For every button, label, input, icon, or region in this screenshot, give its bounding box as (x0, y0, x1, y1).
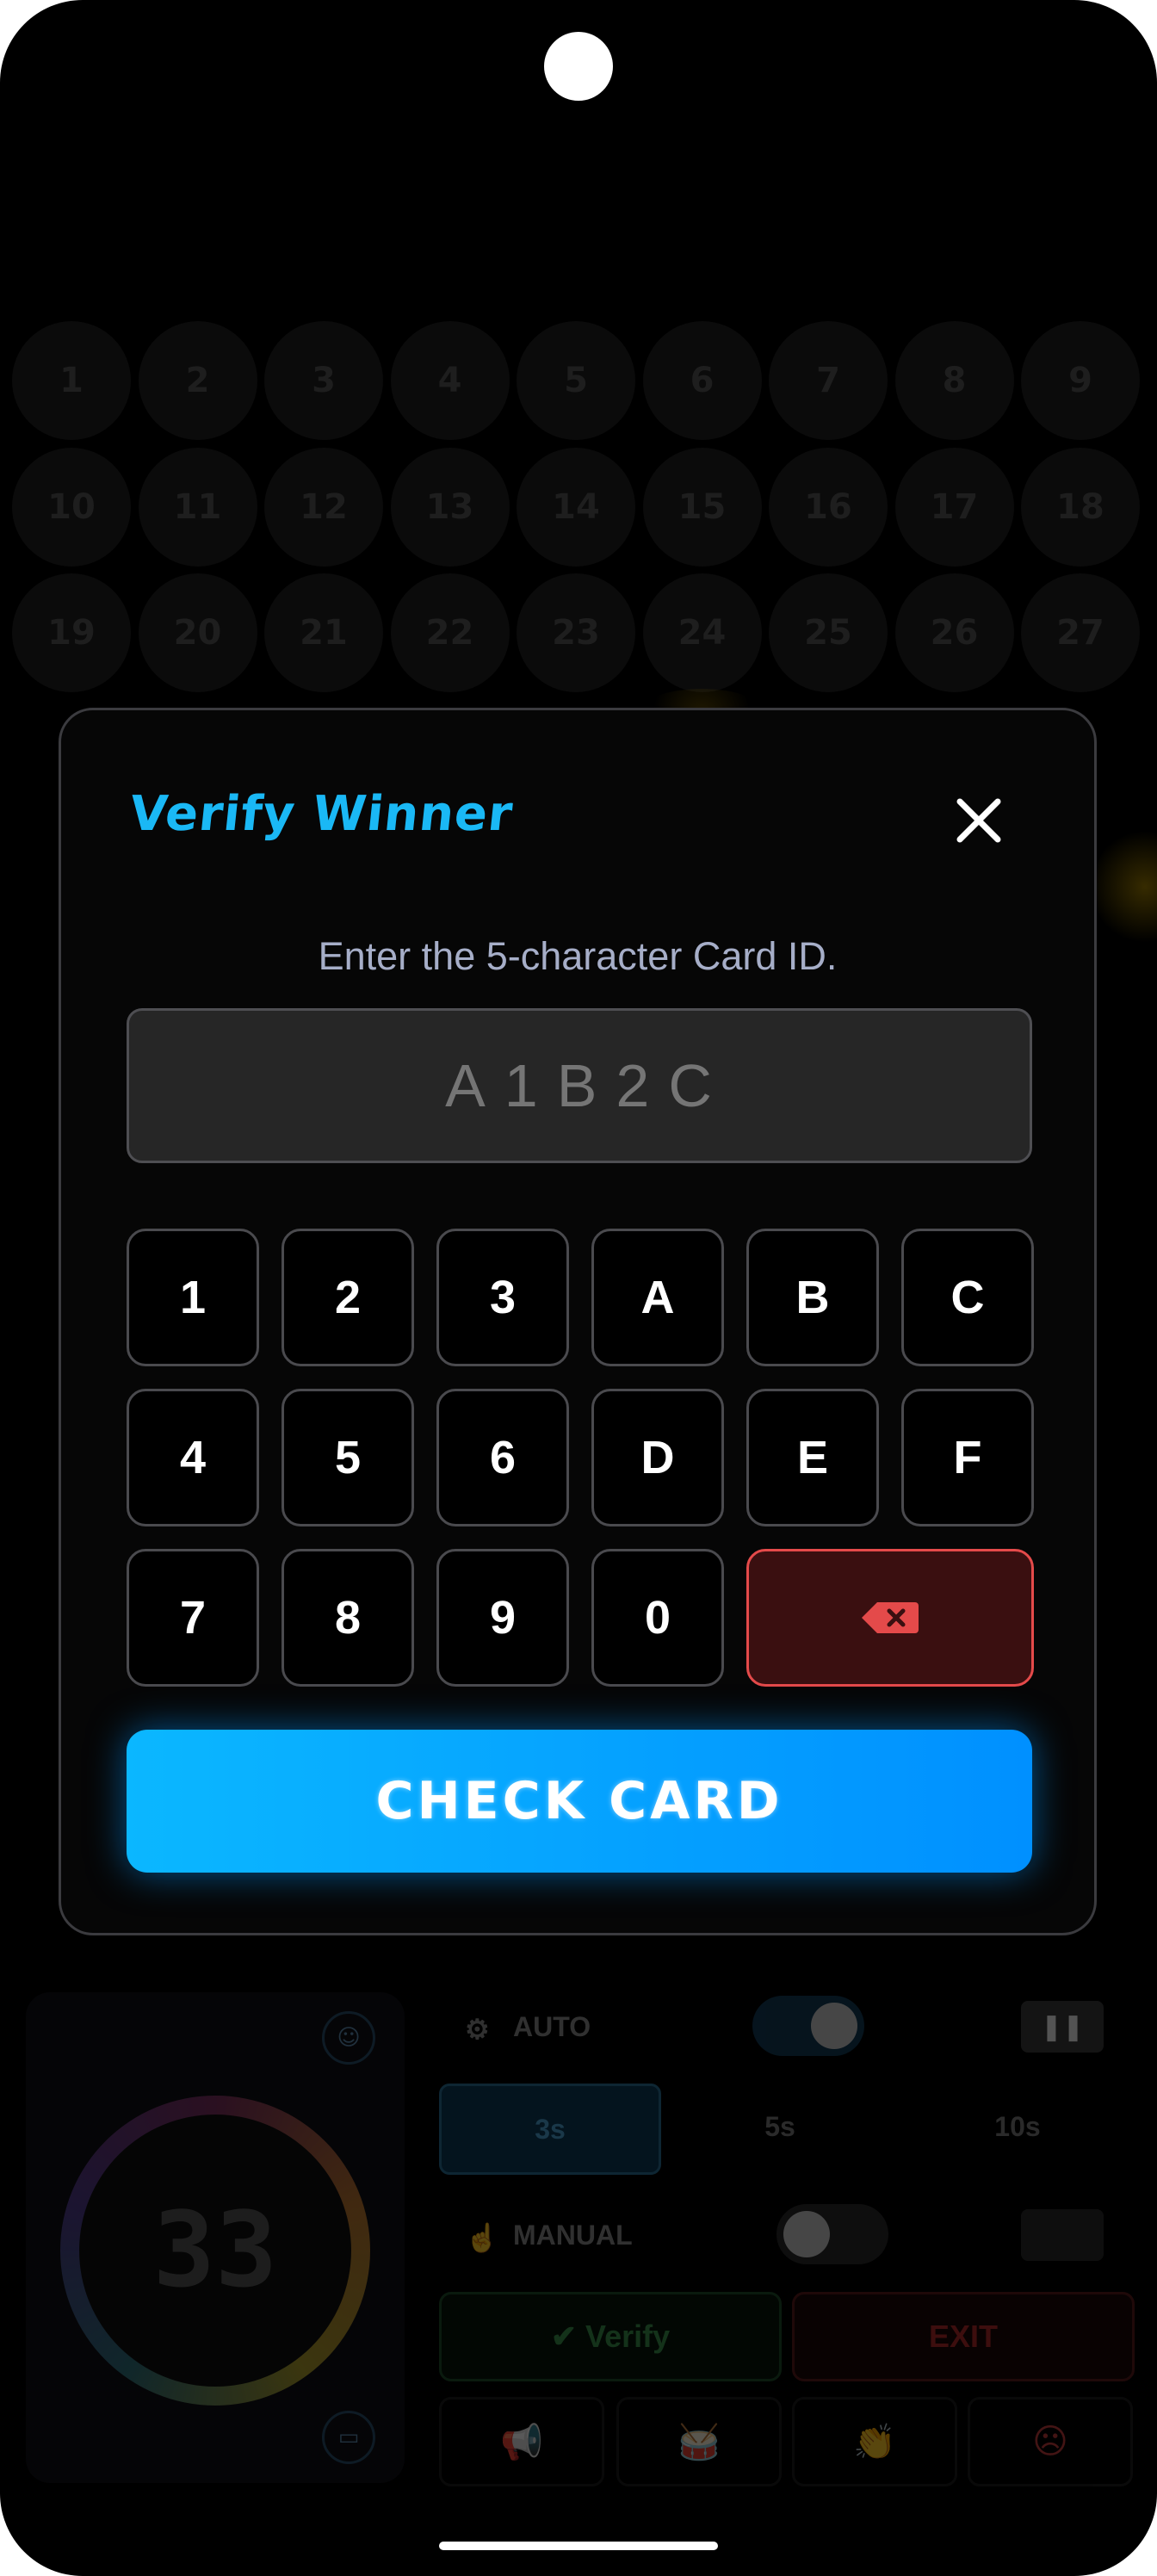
key-7[interactable]: 7 (127, 1549, 259, 1687)
verify-label: Verify (585, 2319, 671, 2354)
megaphone-button[interactable]: 📢 (439, 2397, 604, 2486)
bingo-ball: 17 (894, 447, 1014, 567)
control-panel: ☺ 33 ▭ ⚙ AUTO ❚❚ 3s 5s 10s ☝ MANUAL ✔ Ve… (0, 1972, 1157, 2505)
key-1[interactable]: 1 (127, 1229, 259, 1366)
bingo-ball: 1 (12, 321, 131, 440)
bingo-ball: 21 (264, 573, 383, 692)
key-f[interactable]: F (901, 1389, 1034, 1526)
timer-inner: 33 (79, 2115, 351, 2387)
front-camera (544, 32, 613, 101)
bingo-ball: 22 (390, 573, 510, 692)
phone-screen: 1 2 3 4 5 6 7 8 9 10 11 12 13 14 15 16 17 18 19 20 21 22 23 24 2… (0, 0, 1157, 2576)
bingo-ball: 26 (894, 573, 1014, 692)
key-9[interactable]: 9 (436, 1549, 569, 1687)
interval-5s[interactable]: 5s (671, 2084, 888, 2170)
drum-button[interactable]: 🥁 (616, 2397, 782, 2486)
bingo-ball: 15 (642, 447, 762, 567)
drum-icon: 🥁 (677, 2422, 721, 2462)
auto-toggle[interactable] (752, 1996, 864, 2056)
key-3[interactable]: 3 (436, 1229, 569, 1366)
close-button[interactable] (943, 784, 1015, 857)
bingo-ball: 19 (12, 573, 131, 692)
hand-icon: ☝ (465, 2222, 499, 2253)
bingo-ball: 11 (138, 447, 257, 567)
key-d[interactable]: D (591, 1389, 724, 1526)
bingo-ball: 4 (390, 321, 510, 440)
bingo-ball: 7 (769, 321, 888, 440)
auto-label: AUTO (513, 2011, 591, 2042)
key-a[interactable]: A (591, 1229, 724, 1366)
key-4[interactable]: 4 (127, 1389, 259, 1526)
manual-toggle[interactable] (776, 2204, 888, 2264)
home-indicator[interactable] (439, 2542, 718, 2550)
bingo-ball: 25 (769, 573, 888, 692)
bingo-ball: 27 (1021, 573, 1140, 692)
backspace-icon (862, 1602, 919, 1633)
exit-button[interactable]: EXIT (792, 2292, 1135, 2381)
key-e[interactable]: E (746, 1389, 879, 1526)
bingo-ball: 20 (138, 573, 257, 692)
bingo-ball: 8 (894, 321, 1014, 440)
close-icon (956, 798, 1001, 843)
manual-label: MANUAL (513, 2220, 633, 2251)
bingo-ball: 24 (642, 573, 762, 692)
verify-button[interactable]: ✔ Verify (439, 2292, 782, 2381)
avatar-icon[interactable]: ☺ (322, 2011, 375, 2065)
check-icon: ✔ (550, 2319, 578, 2354)
key-b[interactable]: B (746, 1229, 879, 1366)
key-2[interactable]: 2 (282, 1229, 414, 1366)
timer-ring: 33 (60, 2096, 370, 2406)
called-ball-glow (1093, 827, 1157, 947)
screen-icon[interactable]: ▭ (322, 2411, 375, 2464)
timer-value: 33 (152, 2190, 278, 2311)
manual-next-button[interactable] (1021, 2209, 1104, 2261)
bingo-ball: 9 (1021, 321, 1140, 440)
bingo-ball: 13 (390, 447, 510, 567)
key-c[interactable]: C (901, 1229, 1034, 1366)
bingo-ball: 16 (769, 447, 888, 567)
dialog-title: Verify Winner (127, 786, 517, 842)
key-5[interactable]: 5 (282, 1389, 414, 1526)
bingo-ball: 3 (264, 321, 383, 440)
clap-icon: 👏 (853, 2422, 896, 2462)
backspace-button[interactable] (746, 1549, 1034, 1687)
key-6[interactable]: 6 (436, 1389, 569, 1526)
verify-winner-dialog: Verify Winner Enter the 5-character Card… (59, 708, 1097, 1935)
clap-button[interactable]: 👏 (792, 2397, 957, 2486)
bingo-ball: 23 (517, 573, 635, 692)
bingo-ball: 5 (517, 321, 635, 440)
check-card-button[interactable]: CHECK CARD (127, 1730, 1032, 1873)
megaphone-icon: 📢 (500, 2422, 543, 2462)
bingo-ball: 18 (1021, 447, 1140, 567)
interval-3s[interactable]: 3s (439, 2084, 661, 2175)
bingo-ball: 6 (642, 321, 762, 440)
bingo-ball: 2 (138, 321, 257, 440)
interval-10s[interactable]: 10s (909, 2084, 1126, 2170)
key-0[interactable]: 0 (591, 1549, 724, 1687)
sad-face-icon: ☹ (1032, 2422, 1068, 2461)
auto-icon: ⚙ (465, 2014, 490, 2045)
timer-panel: ☺ 33 ▭ (26, 1992, 405, 2483)
pause-button[interactable]: ❚❚ (1021, 2001, 1104, 2053)
bingo-ball: 10 (12, 447, 131, 567)
card-id-input[interactable] (127, 1008, 1032, 1163)
sad-button[interactable]: ☹ (968, 2397, 1133, 2486)
key-8[interactable]: 8 (282, 1549, 414, 1687)
bingo-ball: 14 (517, 447, 635, 567)
bingo-ball: 12 (264, 447, 383, 567)
dialog-subtitle: Enter the 5-character Card ID. (318, 934, 838, 978)
